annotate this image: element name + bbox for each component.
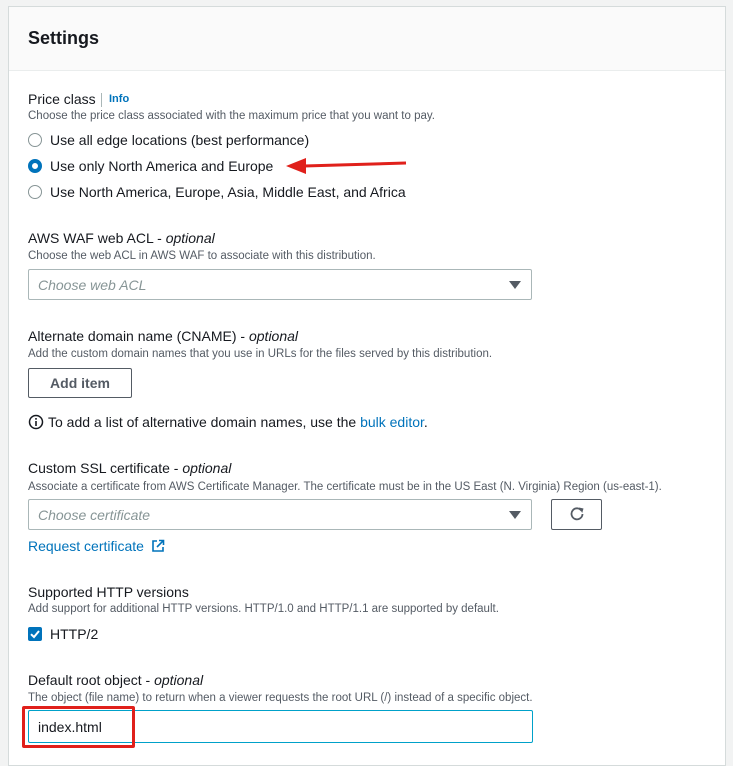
bulk-editor-hint: To add a list of alternative domain name…: [48, 414, 428, 430]
waf-description: Choose the web ACL in AWS WAF to associa…: [28, 250, 376, 262]
checkmark-icon: [30, 630, 40, 639]
refresh-icon: [570, 507, 583, 521]
radio-label-na-eu-asia-me-africa[interactable]: Use North America, Europe, Asia, Middle …: [50, 184, 406, 200]
annotation-highlight-box: [22, 706, 135, 748]
cname-label-text: Alternate domain name (CNAME): [28, 328, 237, 344]
root-object-label: Default root object - optional: [28, 672, 204, 688]
caret-down-icon: [509, 511, 521, 519]
price-class-description: Choose the price class associated with t…: [28, 110, 435, 122]
radio-label-north-america-europe[interactable]: Use only North America and Europe: [50, 158, 273, 174]
price-class-label: Price class: [28, 91, 96, 107]
waf-label: AWS WAF web ACL - optional: [28, 230, 215, 246]
certificate-select[interactable]: Choose certificate: [28, 499, 532, 530]
bulk-editor-hint-suffix: .: [423, 414, 428, 430]
waf-select[interactable]: Choose web ACL: [28, 269, 532, 300]
label-separator: [101, 93, 102, 107]
root-object-optional: optional: [154, 672, 204, 688]
ssl-label-text: Custom SSL certificate: [28, 460, 170, 476]
request-certificate-text: Request certificate: [28, 538, 144, 554]
waf-label-text: AWS WAF web ACL: [28, 230, 154, 246]
certificate-select-placeholder: Choose certificate: [38, 507, 151, 523]
request-certificate-link[interactable]: Request certificate: [28, 538, 144, 554]
bulk-editor-hint-text: To add a list of alternative domain name…: [48, 414, 357, 430]
http2-checkbox[interactable]: [28, 627, 42, 641]
waf-select-placeholder: Choose web ACL: [38, 277, 147, 293]
cname-optional: optional: [248, 328, 299, 344]
root-object-description: The object (file name) to return when a …: [28, 692, 533, 704]
panel-header: Settings: [9, 7, 725, 71]
http2-checkbox-label[interactable]: HTTP/2: [50, 626, 98, 642]
ssl-label: Custom SSL certificate - optional: [28, 460, 232, 476]
radio-na-eu-asia-me-africa[interactable]: [28, 185, 42, 199]
refresh-certificates-button[interactable]: [551, 499, 602, 530]
cname-label: Alternate domain name (CNAME) - optional: [28, 328, 299, 344]
http-versions-description: Add support for additional HTTP versions…: [28, 603, 499, 615]
bulk-editor-link[interactable]: bulk editor: [360, 414, 424, 430]
caret-down-icon: [509, 281, 521, 289]
radio-all-edge-locations[interactable]: [28, 133, 42, 147]
root-object-label-text: Default root object: [28, 672, 142, 688]
price-class-info-link[interactable]: Info: [109, 93, 129, 105]
waf-optional: optional: [165, 230, 215, 246]
ssl-description: Associate a certificate from AWS Certifi…: [28, 481, 662, 493]
info-icon: [28, 414, 44, 430]
cname-description: Add the custom domain names that you use…: [28, 348, 493, 360]
radio-north-america-europe[interactable]: [28, 159, 42, 173]
http-versions-label: Supported HTTP versions: [28, 584, 189, 600]
external-link-icon: [152, 539, 165, 552]
page-title: Settings: [28, 28, 100, 48]
annotation-arrow-icon: [286, 158, 407, 174]
radio-label-all-edge-locations[interactable]: Use all edge locations (best performance…: [50, 132, 309, 148]
add-item-button[interactable]: Add item: [28, 368, 132, 398]
ssl-optional: optional: [182, 460, 232, 476]
